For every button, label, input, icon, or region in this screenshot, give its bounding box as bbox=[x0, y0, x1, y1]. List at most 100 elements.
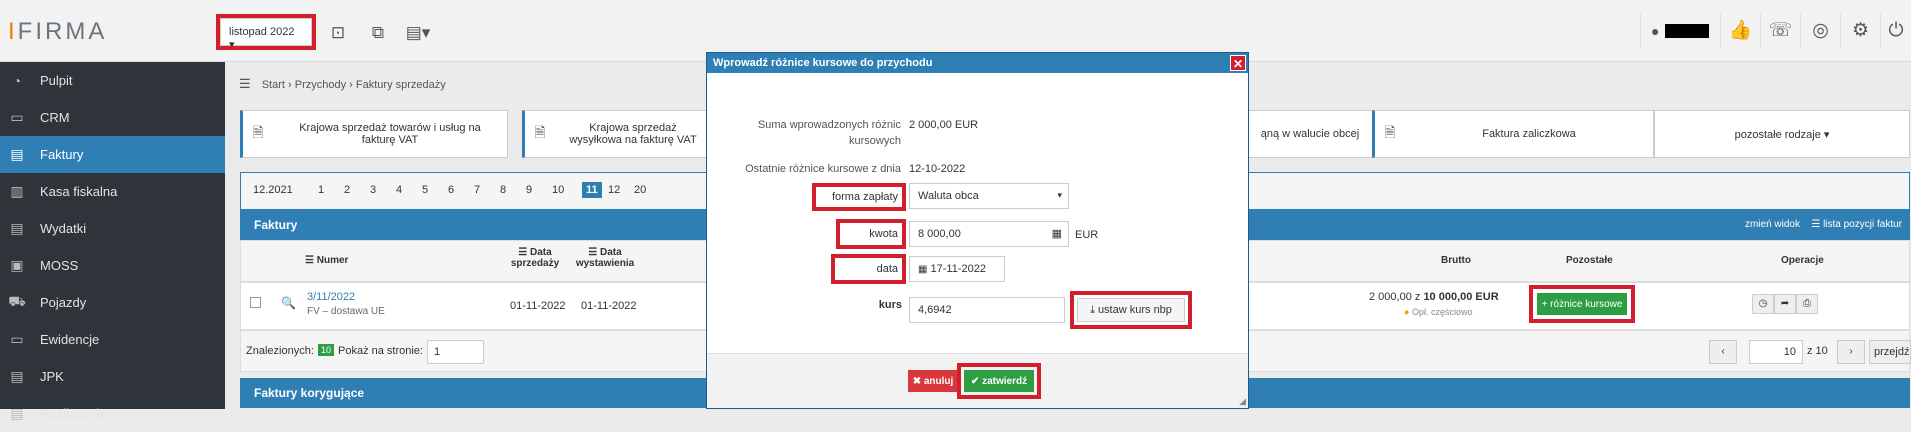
sidebar-item-wydatki[interactable]: ▤ Wydatki bbox=[0, 210, 225, 247]
tile-sprzedaz-wysylkowa[interactable]: 🗎 Krajowa sprzedaż wysyłkowa na fakturę V… bbox=[522, 110, 712, 158]
forma-zaplaty-select[interactable]: Waluta obca ▾ bbox=[909, 183, 1069, 209]
brutto-amount: 2 000,00 z 10 000,00 EUR bbox=[1369, 291, 1499, 303]
date-input[interactable]: ▦ 17-11-2022 bbox=[909, 256, 1005, 282]
user-name-redacted bbox=[1665, 24, 1709, 38]
ifirma-logo[interactable]: IFIRMA bbox=[8, 18, 107, 46]
tile-pozostale-rodzaje[interactable]: pozostałe rodzaje ▾ bbox=[1654, 110, 1910, 158]
month-selector[interactable]: listopad 2022 ▾ bbox=[216, 14, 316, 51]
pager-month[interactable]: 2 bbox=[344, 184, 350, 196]
breadcrumb: ☰ Start › Przychody › Faktury sprzedaży bbox=[239, 76, 446, 92]
tile-waluta-obca[interactable]: ąną w walucie obcej bbox=[1235, 110, 1385, 158]
pager-prev-year[interactable]: 12.2021 bbox=[253, 184, 293, 196]
per-page-input[interactable]: 1 bbox=[427, 340, 484, 364]
sidebar-item-faktury[interactable]: ▤ Faktury bbox=[0, 136, 225, 173]
tile-label: Krajowa sprzedaż wysyłkowa na fakturę VA… bbox=[569, 122, 697, 146]
calculator-icon[interactable]: ⊡ bbox=[324, 19, 352, 47]
print-icon[interactable]: ⎙ bbox=[1796, 294, 1818, 314]
sidebar-item-label: Rozliczenia bbox=[40, 406, 107, 421]
pager-month[interactable]: 20 bbox=[634, 184, 646, 196]
lifebuoy-icon[interactable]: ◎ bbox=[1800, 14, 1840, 48]
resize-handle[interactable]: ◢ bbox=[1239, 396, 1246, 407]
breadcrumb-start[interactable]: Start bbox=[262, 79, 285, 91]
row-checkbox[interactable] bbox=[250, 297, 261, 308]
page-input[interactable]: 10 bbox=[1749, 340, 1803, 364]
copy-icon[interactable]: ⧉ bbox=[364, 19, 392, 47]
exchange-diff-modal: Wprowadź różnice kursowe do przychodu ✕ … bbox=[706, 52, 1249, 409]
pager-month[interactable]: 4 bbox=[396, 184, 402, 196]
set-nbp-rate-label: ustaw kurs nbp bbox=[1097, 304, 1172, 316]
cancel-button[interactable]: ✖ anuluj bbox=[908, 370, 958, 392]
calendar-icon[interactable]: ▦ bbox=[918, 264, 927, 275]
payment-status: ● Opł. częściowo bbox=[1404, 307, 1472, 317]
phone-icon[interactable]: ☏ bbox=[1760, 14, 1800, 48]
sidebar-item-pulpit[interactable]: ◔ Pulpit bbox=[0, 62, 225, 99]
sum-label: Suma wprowadzonych różnic kursowych bbox=[757, 119, 901, 147]
col-data-sprzedazy[interactable]: ☰ Data sprzedaży bbox=[503, 247, 567, 269]
menu-icon[interactable]: ☰ bbox=[239, 76, 251, 91]
set-nbp-rate-button[interactable]: ⤓ ustaw kurs nbp bbox=[1070, 291, 1192, 329]
tile-label: Krajowa sprzedaż towarów i usług na fakt… bbox=[299, 122, 481, 146]
thumbs-up-icon[interactable]: 👍 bbox=[1720, 14, 1760, 48]
kwota-input[interactable]: 8 000,00 ▦ bbox=[909, 221, 1069, 247]
status-text: Opł. częściowo bbox=[1411, 307, 1473, 317]
sum-value: 2 000,00 EUR bbox=[909, 119, 979, 131]
found-label: Znalezionych: bbox=[246, 345, 314, 357]
invoice-type: FV – dostawa UE bbox=[307, 306, 385, 317]
sidebar-item-ewidencje[interactable]: ▭ Ewidencje bbox=[0, 321, 225, 358]
invoice-number-link[interactable]: 3/11/2022 bbox=[307, 291, 355, 303]
pager-month[interactable]: 1 bbox=[318, 184, 324, 196]
pager-month[interactable]: 6 bbox=[448, 184, 454, 196]
sidebar-item-kasa-fiskalna[interactable]: ▥ Kasa fiskalna bbox=[0, 173, 225, 210]
expenses-icon: ▤ bbox=[10, 220, 24, 236]
pager-month[interactable]: 10 bbox=[552, 184, 564, 196]
sidebar-item-moss[interactable]: ▣ MOSS bbox=[0, 247, 225, 284]
invoice-items-link[interactable]: ☰ lista pozycji faktur bbox=[1811, 219, 1902, 230]
go-page-button[interactable]: przejdź bbox=[1869, 340, 1911, 364]
search-icon[interactable]: 🔍 bbox=[281, 296, 296, 310]
document-icon: 🗎 bbox=[534, 124, 546, 140]
sidebar-item-label: Wydatki bbox=[40, 221, 87, 236]
share-icon[interactable]: ➦ bbox=[1774, 294, 1796, 314]
clipboard-icon[interactable]: ▤▾ bbox=[404, 19, 432, 47]
kurs-input[interactable]: 4,6942 bbox=[909, 297, 1065, 323]
car-icon: ⛟ bbox=[8, 293, 26, 309]
close-icon[interactable]: ✕ bbox=[1230, 55, 1246, 71]
pager-month-active[interactable]: 11 bbox=[582, 182, 602, 198]
document-icon: 🗎 bbox=[252, 124, 264, 140]
sidebar-item-jpk[interactable]: ▤ JPK bbox=[0, 358, 225, 395]
sidebar-item-crm[interactable]: ▭ CRM bbox=[0, 99, 225, 136]
tile-faktura-zaliczkowa[interactable]: 🗎 Faktura zaliczkowa bbox=[1372, 110, 1654, 158]
pager-month[interactable]: 7 bbox=[474, 184, 480, 196]
tile-krajowa-sprzedaz[interactable]: 🗎 Krajowa sprzedaż towarów i usług na fak… bbox=[240, 110, 508, 158]
gear-icon[interactable]: ⚙ bbox=[1840, 14, 1880, 48]
pager-month[interactable]: 8 bbox=[500, 184, 506, 196]
col-data-wystawienia[interactable]: ☰ Data wystawienia bbox=[571, 247, 639, 269]
pager-month[interactable]: 5 bbox=[422, 184, 428, 196]
calculator-icon[interactable]: ▦ bbox=[1052, 227, 1062, 240]
download-icon: ⤓ bbox=[1090, 303, 1095, 316]
sidebar-item-pojazdy[interactable]: ⛟ Pojazdy bbox=[0, 284, 225, 321]
sidebar-item-rozliczenia[interactable]: ▤ Rozliczenia bbox=[0, 395, 225, 432]
breadcrumb-sep: › bbox=[288, 79, 292, 91]
settlements-icon: ▤ bbox=[10, 405, 24, 421]
forma-zaplaty-label: forma zapłaty bbox=[812, 183, 906, 211]
roznice-kursowe-button[interactable]: + różnice kursowe bbox=[1529, 285, 1635, 323]
pager-month[interactable]: 9 bbox=[526, 184, 532, 196]
confirm-button[interactable]: ✔ zatwierdź bbox=[957, 363, 1041, 399]
prev-page-icon[interactable]: ‹ bbox=[1709, 340, 1737, 364]
crm-icon: ▭ bbox=[10, 109, 24, 125]
modal-title: Wprowadź różnice kursowe do przychodu bbox=[713, 57, 933, 69]
power-icon[interactable]: ⏻ bbox=[1880, 14, 1911, 48]
jpk-icon: ▤ bbox=[10, 368, 24, 384]
sidebar: ◔ Pulpit ▭ CRM ▤ Faktury ▥ Kasa fiskalna ▤ Wy… bbox=[0, 62, 225, 421]
moss-icon: ▣ bbox=[10, 257, 24, 273]
next-page-icon[interactable]: › bbox=[1837, 340, 1865, 364]
page-total: z 10 bbox=[1807, 345, 1828, 357]
col-numer[interactable]: ☰ Numer bbox=[305, 255, 348, 266]
pager-month[interactable]: 12 bbox=[608, 184, 620, 196]
clock-icon[interactable]: ◷ bbox=[1752, 294, 1774, 314]
breadcrumb-przychody[interactable]: Przychody bbox=[295, 79, 346, 91]
corrections-title: Faktury korygujące bbox=[254, 386, 365, 400]
pager-month[interactable]: 3 bbox=[370, 184, 376, 196]
change-view-link[interactable]: zmień widok bbox=[1745, 219, 1800, 230]
